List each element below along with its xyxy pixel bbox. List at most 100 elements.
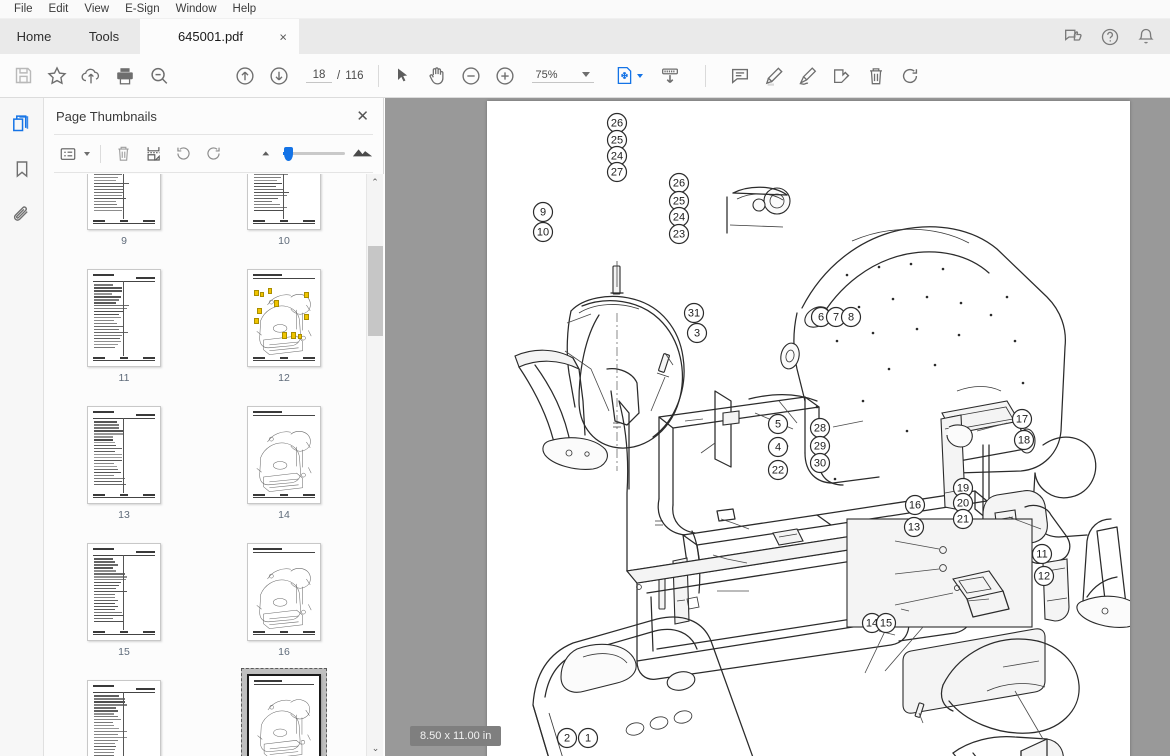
thumbnail-scrollbar[interactable]: ⌃ ⌄	[366, 174, 383, 756]
close-icon[interactable]: ×	[279, 30, 287, 43]
menu-window[interactable]: Window	[168, 0, 225, 19]
thumbnail-page-15[interactable]: 15	[44, 523, 204, 660]
thumbnail-scroll-area[interactable]: 9 10 11 12 13 14 15 16 1718	[44, 174, 384, 756]
thumbnail-page-17[interactable]: 17	[44, 660, 204, 756]
thumbnail-image[interactable]	[87, 406, 161, 504]
pdf-viewer[interactable]: .ln{fill:none;stroke:#2b2b2b;stroke-widt…	[385, 98, 1170, 756]
callout-balloon-31: 31	[685, 304, 704, 323]
callout-balloon-1: 1	[579, 729, 598, 748]
stamp-sign-icon[interactable]	[825, 59, 859, 93]
scroll-up-button[interactable]: ⌃	[367, 174, 383, 190]
main-toolbar: / 116 75%	[0, 54, 1170, 98]
thumbnail-page-13[interactable]: 13	[44, 386, 204, 523]
delete-icon[interactable]	[859, 59, 893, 93]
previous-page-icon[interactable]	[228, 59, 262, 93]
options-chevron-down-icon[interactable]	[84, 152, 90, 156]
zoom-out-icon[interactable]	[454, 59, 488, 93]
svg-text:26: 26	[611, 118, 623, 130]
scroll-mode-icon[interactable]	[653, 59, 687, 93]
thumbnail-image[interactable]	[87, 543, 161, 641]
tab-document-label: 645001.pdf	[178, 29, 243, 44]
svg-text:26: 26	[673, 178, 685, 190]
svg-text:24: 24	[611, 151, 623, 163]
svg-text:4: 4	[775, 442, 781, 454]
menu-esign[interactable]: E-Sign	[117, 0, 168, 19]
page-number-input[interactable]	[306, 69, 332, 83]
thumbnail-page-10[interactable]: 10	[204, 174, 364, 249]
draw-signature-icon[interactable]	[791, 59, 825, 93]
pdf-page[interactable]: .ln{fill:none;stroke:#2b2b2b;stroke-widt…	[487, 101, 1130, 756]
callout-balloon-12: 12	[1035, 567, 1054, 586]
thumbnail-page-12[interactable]: 12	[204, 249, 364, 386]
thumbnail-page-18[interactable]: 18	[204, 660, 364, 756]
thumbnail-image[interactable]	[247, 406, 321, 504]
thumbnail-size-slider[interactable]	[283, 148, 345, 160]
close-icon[interactable]: ✕	[356, 109, 369, 124]
menu-help[interactable]: Help	[225, 0, 265, 19]
tab-tools[interactable]: Tools	[68, 19, 140, 54]
zoom-in-icon[interactable]	[488, 59, 522, 93]
thumbnail-selection-frame	[87, 543, 161, 641]
small-thumbnail-icon[interactable]	[261, 145, 276, 163]
panel-title: Page Thumbnails	[56, 109, 157, 124]
highlight-icon[interactable]	[757, 59, 791, 93]
thumbnail-image[interactable]	[247, 543, 321, 641]
sidebar-item-bookmarks[interactable]	[9, 156, 35, 182]
thumbnail-selection-frame	[87, 406, 161, 504]
thumbnail-image[interactable]	[87, 174, 161, 230]
fit-options-chevron-down-icon[interactable]	[637, 74, 643, 78]
slider-knob[interactable]	[284, 147, 293, 161]
tab-home[interactable]: Home	[0, 19, 68, 54]
page-size-badge: 8.50 x 11.00 in	[410, 726, 501, 746]
comment-icon[interactable]	[723, 59, 757, 93]
thumbnail-page-16[interactable]: 16	[204, 523, 364, 660]
svg-text:22: 22	[772, 465, 784, 477]
scroll-down-button[interactable]: ⌄	[367, 740, 384, 756]
print-icon[interactable]	[108, 59, 142, 93]
star-icon[interactable]	[40, 59, 74, 93]
callout-balloon-30: 30	[811, 454, 830, 473]
thumbnail-page-11[interactable]: 11	[44, 249, 204, 386]
rotate-counterclockwise-icon[interactable]	[169, 140, 197, 168]
extract-pages-icon[interactable]	[139, 140, 167, 168]
options-list-icon[interactable]	[54, 140, 82, 168]
thumbnail-image[interactable]	[87, 680, 161, 756]
hand-tool-icon[interactable]	[420, 59, 454, 93]
svg-text:17: 17	[1016, 414, 1028, 426]
thumbnail-image[interactable]	[87, 269, 161, 367]
sidebar-item-attachments[interactable]	[9, 202, 35, 228]
svg-text:9: 9	[540, 207, 546, 219]
thumbnail-page-14[interactable]: 14	[204, 386, 364, 523]
chevron-down-icon	[582, 72, 590, 77]
rotate-icon[interactable]	[893, 59, 927, 93]
thumbnail-image[interactable]	[247, 674, 321, 756]
zoom-search-icon[interactable]	[142, 59, 176, 93]
help-icon[interactable]	[1100, 27, 1120, 47]
svg-text:13: 13	[908, 522, 920, 534]
callout-balloon-10: 10	[534, 223, 553, 242]
menu-view[interactable]: View	[76, 0, 117, 19]
rotate-clockwise-icon[interactable]	[199, 140, 227, 168]
zoom-level-dropdown[interactable]: 75%	[532, 69, 594, 83]
select-cursor-icon[interactable]	[386, 59, 420, 93]
thumbnail-page-label: 13	[118, 509, 130, 521]
delete-pages-icon[interactable]	[109, 140, 137, 168]
menu-file[interactable]: File	[6, 0, 41, 19]
feedback-icon[interactable]	[1064, 27, 1084, 47]
tab-document[interactable]: 645001.pdf ×	[140, 19, 299, 54]
large-thumbnail-icon[interactable]	[352, 145, 373, 163]
scrollbar-thumb[interactable]	[368, 246, 383, 336]
callout-balloon-28: 28	[811, 419, 830, 438]
next-page-icon[interactable]	[262, 59, 296, 93]
zoom-level-value: 75%	[532, 69, 558, 81]
thumbnail-image[interactable]	[247, 174, 321, 230]
thumbnail-image[interactable]	[247, 269, 321, 367]
thumbnail-page-label: 15	[118, 646, 130, 658]
bell-icon[interactable]	[1136, 27, 1156, 47]
sidebar-item-page-thumbnails[interactable]	[9, 110, 35, 136]
thumbnail-page-9[interactable]: 9	[44, 174, 204, 249]
menu-edit[interactable]: Edit	[41, 0, 77, 19]
callout-balloon-9: 9	[534, 203, 553, 222]
save-icon[interactable]	[6, 59, 40, 93]
upload-cloud-icon[interactable]	[74, 59, 108, 93]
